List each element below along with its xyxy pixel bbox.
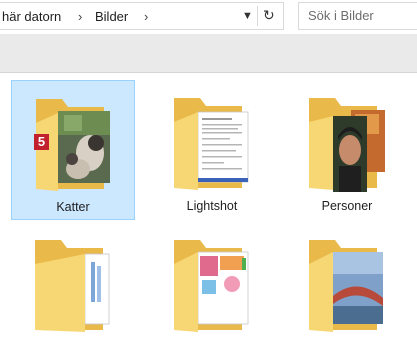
notification-badge: 5	[34, 134, 49, 150]
folder-item[interactable]	[150, 222, 274, 362]
chevron-down-icon[interactable]: ▼	[242, 10, 253, 22]
folder-icon	[309, 98, 385, 192]
divider	[0, 72, 417, 73]
folder-item-katter[interactable]: 5 Katter	[11, 80, 135, 220]
folder-icon	[174, 240, 249, 332]
folder-label: Personer	[321, 199, 373, 213]
folder-label: Lightshot	[186, 199, 238, 213]
ribbon-strip	[0, 34, 417, 72]
folder-label: Katter	[56, 200, 90, 214]
search-input[interactable]	[308, 8, 417, 23]
breadcrumb-separator-icon[interactable]: ›	[144, 9, 148, 24]
address-bar-row: här datorn › Bilder › ▼ ↻	[0, 0, 417, 34]
folder-icon	[174, 98, 249, 190]
folder-item-personer[interactable]: Personer	[285, 80, 409, 220]
folder-icon	[309, 240, 383, 332]
folder-item[interactable]	[285, 222, 409, 362]
folder-item[interactable]	[11, 222, 135, 362]
folder-item-lightshot[interactable]: Lightshot	[150, 80, 274, 220]
breadcrumb-this-pc[interactable]: här datorn	[2, 9, 61, 24]
breadcrumb-separator-icon[interactable]: ›	[78, 9, 82, 24]
breadcrumb-pictures[interactable]: Bilder	[95, 9, 128, 24]
divider	[257, 6, 258, 26]
breadcrumb[interactable]: här datorn › Bilder › ▼ ↻	[0, 2, 284, 30]
search-box[interactable]	[298, 2, 417, 30]
folder-icon	[35, 240, 110, 332]
refresh-icon[interactable]: ↻	[263, 7, 275, 24]
